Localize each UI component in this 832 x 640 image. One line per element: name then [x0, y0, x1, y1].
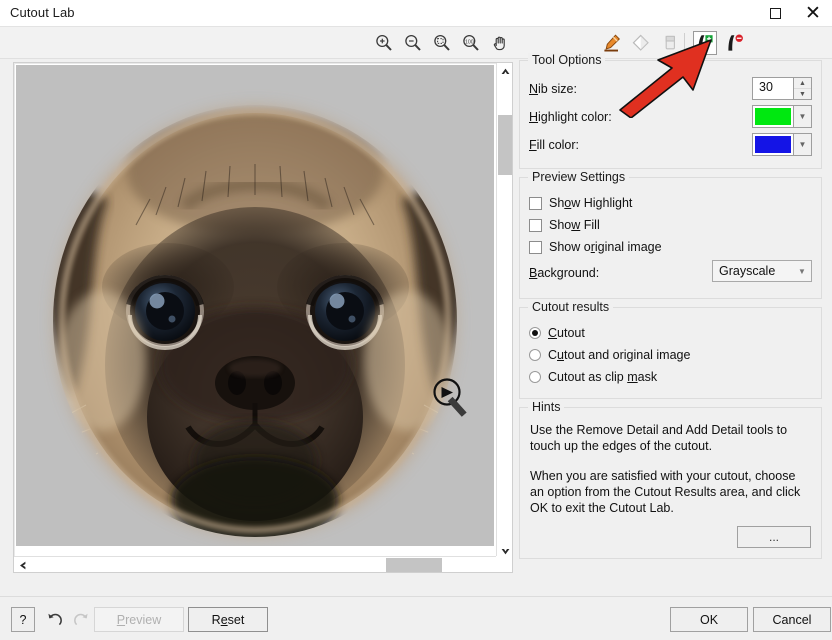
scroll-left-button[interactable] — [14, 557, 31, 573]
chevron-down-icon: ▼ — [798, 266, 806, 276]
radio-cutout-label: Cutout — [548, 326, 585, 340]
background-select-value: Grayscale — [719, 264, 776, 278]
zoom-fit-icon[interactable] — [430, 31, 454, 55]
background-row: Background: Grayscale ▼ — [529, 258, 812, 288]
eraser-icon[interactable] — [658, 31, 682, 55]
radio-cutout-as-clip-mask-label: Cutout as clip mask — [548, 370, 658, 384]
nib-size-stepper[interactable]: 30 ▲ ▼ — [752, 77, 812, 100]
preview-settings-legend: Preview Settings — [528, 170, 630, 184]
reset-button[interactable]: Reset — [188, 607, 268, 632]
show-original-image-checkbox-row[interactable]: Show original image — [529, 236, 812, 258]
options-panel: Tool Options Nib size: 30 ▲ ▼ Highlight … — [519, 53, 822, 567]
background-select[interactable]: Grayscale ▼ — [712, 260, 812, 282]
close-button[interactable]: ✕ — [794, 0, 832, 27]
chevron-down-icon: ▼ — [798, 112, 807, 121]
spin-down-icon[interactable]: ▼ — [794, 89, 811, 99]
radio-cutout-as-clip-mask-row[interactable]: Cutout as clip mask — [529, 366, 812, 388]
cutout-lab-window: Cutout Lab ✕ 100 Tool Options Nib size: … — [0, 0, 832, 640]
scrollbar-corner — [496, 556, 512, 572]
zoom-out-icon[interactable] — [401, 31, 425, 55]
chevron-down-icon: ▼ — [798, 140, 807, 149]
radio-cutout-row[interactable]: Cutout — [529, 322, 812, 344]
canvas-vertical-scrollbar[interactable] — [496, 63, 512, 560]
zoom-in-icon[interactable] — [372, 31, 396, 55]
show-fill-checkbox-row[interactable]: Show Fill — [529, 214, 812, 236]
highlight-color-row: Highlight color: ▼ — [529, 103, 812, 131]
show-highlight-checkbox[interactable] — [529, 196, 542, 210]
add-detail-icon[interactable] — [693, 31, 717, 55]
show-original-image-label: Show original image — [549, 240, 662, 254]
scroll-up-button[interactable] — [497, 63, 513, 80]
help-button[interactable]: ? — [11, 607, 35, 632]
hint-paragraph-2: When you are satisfied with your cutout,… — [530, 469, 801, 515]
preview-settings-group: Preview Settings Show Highlight Show Fil… — [519, 170, 822, 299]
highlight-color-label: Highlight color: — [529, 110, 612, 124]
highlight-color-picker[interactable]: ▼ — [752, 105, 812, 128]
show-original-image-checkbox[interactable] — [529, 240, 542, 254]
radio-cutout-and-original[interactable] — [529, 349, 541, 361]
hints-more-button[interactable]: ... — [737, 526, 811, 548]
cutout-results-legend: Cutout results — [528, 300, 614, 314]
redo-icon[interactable] — [69, 607, 93, 632]
image-canvas[interactable] — [16, 65, 494, 546]
fill-color-row: Fill color: ▼ — [529, 131, 812, 159]
cutout-results-group: Cutout results Cutout Cutout and origina… — [519, 300, 822, 399]
maximize-button[interactable] — [756, 0, 794, 27]
show-fill-label: Show Fill — [549, 218, 600, 232]
fill-color-swatch — [755, 136, 791, 153]
zoom-100-icon[interactable]: 100 — [459, 31, 483, 55]
radio-cutout-and-original-row[interactable]: Cutout and original image — [529, 344, 812, 366]
cancel-button[interactable]: Cancel — [753, 607, 831, 632]
reset-button-label: Reset — [211, 612, 245, 627]
tool-options-group: Tool Options Nib size: 30 ▲ ▼ Highlight … — [519, 53, 822, 169]
fill-color-label: Fill color: — [529, 138, 580, 152]
title-bar: Cutout Lab ✕ — [0, 0, 832, 27]
show-fill-checkbox[interactable] — [529, 218, 542, 232]
undo-icon[interactable] — [42, 607, 66, 632]
background-label: Background: — [529, 266, 600, 280]
hints-button-row: ... — [530, 526, 811, 548]
close-icon: ✕ — [805, 2, 821, 24]
nib-size-row: Nib size: 30 ▲ ▼ — [529, 75, 812, 103]
highlight-color-swatch-box[interactable] — [752, 105, 794, 128]
hints-group: Hints Use the Remove Detail and Add Deta… — [519, 400, 822, 559]
preview-button-label: Preview — [116, 612, 162, 627]
pan-hand-icon[interactable] — [488, 31, 512, 55]
fill-color-picker[interactable]: ▼ — [752, 133, 812, 156]
preview-button[interactable]: Preview — [94, 607, 184, 632]
svg-text:100: 100 — [465, 39, 474, 45]
nib-size-input[interactable]: 30 — [752, 77, 794, 100]
show-highlight-label: Show Highlight — [549, 196, 633, 210]
hints-legend: Hints — [528, 400, 565, 414]
fill-bucket-icon[interactable] — [629, 31, 653, 55]
highlight-color-swatch — [755, 108, 791, 125]
hint-paragraph-1: Use the Remove Detail and Add Detail too… — [530, 423, 788, 453]
show-highlight-checkbox-row[interactable]: Show Highlight — [529, 192, 812, 214]
image-canvas-frame — [13, 62, 513, 573]
bottom-bar: ? Preview Reset OK Cancel — [0, 596, 832, 640]
ok-button[interactable]: OK — [670, 607, 748, 632]
toolbar: 100 — [0, 27, 832, 59]
radio-dot-icon — [532, 330, 538, 336]
canvas-vertical-scroll-thumb[interactable] — [498, 115, 512, 175]
fill-color-dropdown-button[interactable]: ▼ — [794, 133, 812, 156]
radio-cutout-as-clip-mask[interactable] — [529, 371, 541, 383]
cutout-preview-image — [16, 65, 494, 546]
window-title: Cutout Lab — [10, 5, 75, 20]
nib-size-label: Nib size: — [529, 82, 577, 96]
spin-up-icon[interactable]: ▲ — [794, 78, 811, 89]
toolbar-separator — [684, 33, 685, 53]
nib-size-spin-buttons[interactable]: ▲ ▼ — [794, 77, 812, 100]
tool-options-legend: Tool Options — [528, 53, 606, 67]
canvas-horizontal-scrollbar[interactable] — [14, 556, 511, 572]
highlighter-icon[interactable] — [600, 31, 624, 55]
highlight-color-dropdown-button[interactable]: ▼ — [794, 105, 812, 128]
maximize-icon — [769, 8, 781, 19]
radio-cutout-and-original-label: Cutout and original image — [548, 348, 691, 362]
canvas-horizontal-scroll-thumb[interactable] — [386, 558, 442, 572]
remove-detail-icon[interactable] — [723, 31, 747, 55]
radio-cutout[interactable] — [529, 327, 541, 339]
fill-color-swatch-box[interactable] — [752, 133, 794, 156]
